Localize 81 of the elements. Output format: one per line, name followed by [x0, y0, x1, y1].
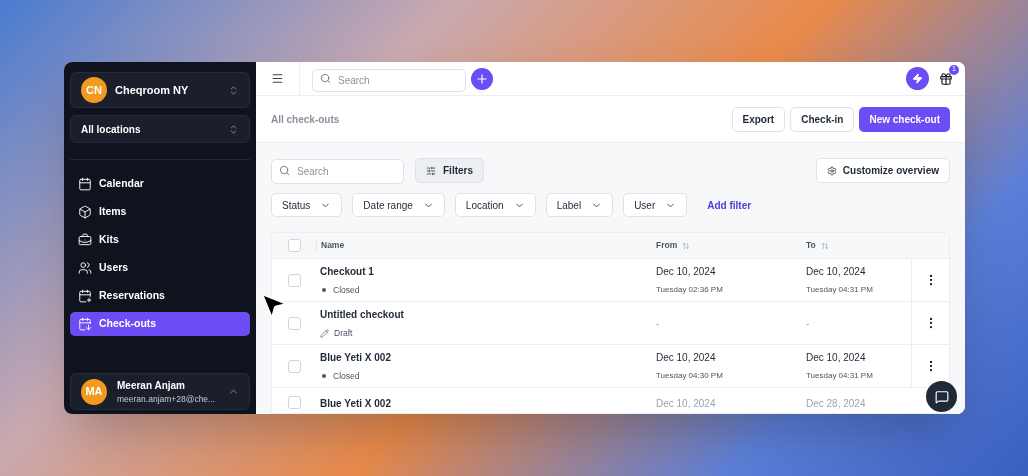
search-icon	[320, 73, 331, 84]
user-email: meeran.anjam+28@che...	[117, 392, 217, 406]
filter-dropdown[interactable]: Status	[271, 193, 343, 217]
time-text: Tuesday 04:31 PM	[806, 284, 874, 296]
status-label: Closed	[333, 369, 360, 383]
table-row[interactable]: Blue Yeti X 002 Dec 10, 2024 Dec 28, 2024	[272, 388, 922, 413]
gift-icon[interactable]	[939, 71, 953, 86]
lightning-button[interactable]	[906, 67, 929, 90]
sliders-icon	[426, 165, 436, 176]
calendar-arrow-icon	[78, 317, 92, 331]
date-text: Dec 10, 2024	[656, 351, 717, 365]
menu-icon[interactable]	[271, 72, 284, 85]
search-field[interactable]: Search	[271, 159, 404, 184]
box-icon	[78, 205, 92, 219]
calendar-icon	[78, 177, 92, 191]
sidebar-item[interactable]: Reservations	[70, 284, 250, 308]
row-name: Untitled checkout	[320, 307, 405, 322]
filter-dropdown[interactable]: Label	[545, 193, 614, 217]
calendar-plus-icon	[78, 289, 92, 303]
add-button[interactable]	[471, 67, 493, 90]
chevrons-icon	[228, 84, 239, 96]
column-header[interactable]: To	[806, 239, 918, 252]
lightning-icon	[912, 73, 923, 84]
time-text: Tuesday 04:30 PM	[656, 370, 724, 382]
gear-icon	[826, 165, 837, 176]
user-menu[interactable]: MA Meeran Anjam meeran.anjam+28@che...	[70, 373, 250, 410]
date-text: Dec 10, 2024	[656, 265, 717, 279]
header-button[interactable]: Export	[731, 106, 786, 132]
user-name: Meeran Anjam	[117, 378, 186, 393]
sidebar-item[interactable]: Items	[70, 200, 250, 224]
organization-name: Cheqroom NY	[115, 82, 190, 98]
location-label: All locations	[81, 122, 141, 137]
sort-icon	[682, 241, 691, 250]
sidebar-item[interactable]: Check-outs	[70, 312, 250, 336]
date-text: Dec 28, 2024	[806, 397, 867, 411]
sort-icon	[820, 241, 829, 250]
chat-icon	[934, 389, 949, 404]
date-text: Dec 10, 2024	[806, 265, 867, 279]
column-header: Name	[316, 239, 656, 252]
row-name: Blue Yeti X 002	[320, 350, 392, 365]
filters-button[interactable]: Filters	[415, 158, 484, 183]
filter-dropdown[interactable]: User	[623, 193, 688, 217]
checkbox[interactable]	[287, 396, 301, 409]
checkbox[interactable]	[287, 273, 301, 287]
time-text: Tuesday 02:36 PM	[656, 284, 724, 296]
customize-overview-button[interactable]: Customize overview	[815, 158, 950, 183]
time-text: Tuesday 04:31 PM	[806, 370, 874, 382]
chevrons-icon	[228, 123, 239, 135]
filter-dropdown[interactable]: Location	[454, 193, 536, 217]
search-field[interactable]: Search	[312, 69, 466, 92]
sidebar-item[interactable]: Calendar	[70, 172, 250, 196]
search-icon	[279, 165, 290, 176]
page-title: All check-outs	[271, 112, 341, 127]
briefcase-icon	[78, 233, 92, 247]
header-button[interactable]: Check-in	[790, 106, 855, 132]
checkbox[interactable]	[287, 359, 301, 373]
status-label: Closed	[333, 283, 360, 297]
organization-avatar: CN	[81, 77, 107, 103]
date-text: -	[806, 316, 811, 331]
user-avatar: MA	[81, 378, 107, 405]
row-name: Checkout 1	[320, 264, 375, 279]
date-text: Dec 10, 2024	[806, 351, 867, 365]
date-text: -	[656, 316, 661, 331]
table-row[interactable]: Checkout 1 Closed Dec 10, 2024 Tuesday 02:36 PM Dec 10, 2024 Tuesday 04:31 PM	[272, 259, 949, 302]
filter-dropdown[interactable]: Date range	[352, 193, 445, 217]
header-button[interactable]: New check-out	[859, 106, 950, 132]
date-text: Dec 10, 2024	[656, 397, 717, 411]
column-header[interactable]: From	[656, 239, 806, 252]
location-switcher[interactable]: All locations	[70, 115, 250, 143]
add-filter-link[interactable]: Add filter	[707, 197, 752, 213]
pencil-icon	[320, 328, 329, 338]
sidebar-item[interactable]: Users	[70, 256, 250, 280]
sidebar-item[interactable]: Kits	[70, 228, 250, 252]
checkbox[interactable]	[287, 239, 301, 252]
organization-switcher[interactable]: CN Cheqroom NY	[70, 72, 250, 108]
plus-icon	[475, 71, 489, 86]
users-icon	[78, 261, 92, 275]
table-row[interactable]: Untitled checkout Draft - -	[272, 302, 949, 345]
checkbox[interactable]	[287, 316, 301, 330]
row-name: Blue Yeti X 002	[320, 397, 392, 411]
status-label: Draft	[334, 326, 353, 340]
